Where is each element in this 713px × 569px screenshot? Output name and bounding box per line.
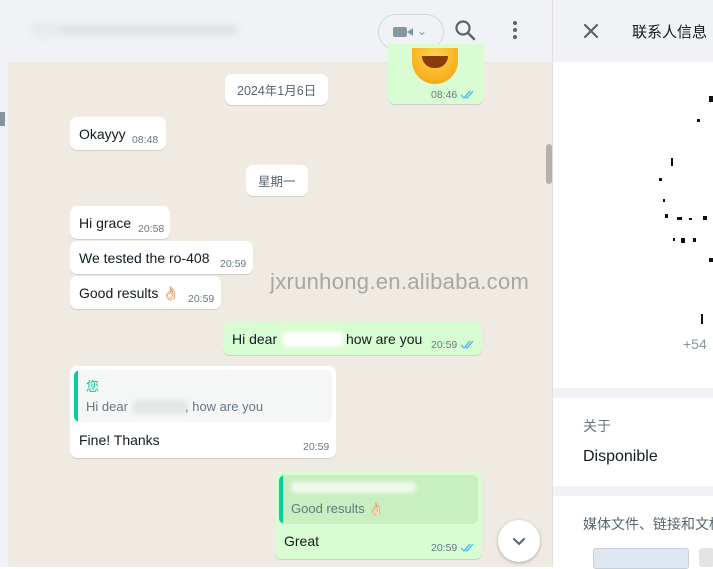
media-label[interactable]: 媒体文件、链接和文档 <box>583 514 713 534</box>
profile-card: +54 <box>553 62 713 388</box>
chevron-down-icon <box>513 538 525 545</box>
message-time: 20:59 <box>303 441 330 453</box>
message-text: We tested the ro-408 <box>79 250 210 266</box>
contact-name-redacted[interactable] <box>30 18 240 40</box>
quote-text: Hi dear <box>86 399 128 414</box>
redacted-quote-author <box>291 482 416 493</box>
message-time: 08:46 <box>431 89 458 101</box>
message-text: Okayyy <box>79 126 126 142</box>
message-text: Fine! Thanks <box>79 432 160 448</box>
redacted-name <box>133 400 187 414</box>
watermark: jxrunhong.en.alibaba.com <box>270 269 530 294</box>
quoted-message[interactable]: 您 Hi dear , how are you <box>74 370 332 422</box>
message-outgoing-reply[interactable]: Good results 👌🏻 Great 20:59 <box>275 471 482 559</box>
media-thumbnail[interactable] <box>699 548 713 567</box>
message-text: Great <box>284 533 320 549</box>
video-call-icon <box>393 27 413 37</box>
message-outgoing[interactable]: Hi dear how are you 20:59 <box>223 322 482 355</box>
quote-text: , how are you <box>185 399 264 414</box>
menu-icon[interactable] <box>503 18 527 42</box>
message-time: 20:59 <box>431 339 458 351</box>
message-incoming[interactable]: Okayyy 08:48 <box>70 117 166 150</box>
quoted-message[interactable]: Good results 👌🏻 <box>279 475 478 524</box>
message-text: how are you <box>346 331 423 347</box>
message-incoming[interactable]: We tested the ro-408 20:59 <box>70 241 253 274</box>
read-receipt-icon <box>460 543 474 553</box>
chat-area: ⌄ 08:46 2024年1月6日 Okayyy 08:48 星期一 Hi gr… <box>0 0 552 567</box>
read-receipt-icon <box>460 90 474 100</box>
about-value: Disponible <box>583 448 658 465</box>
about-label: 关于 <box>583 418 611 434</box>
panel-title: 联系人信息 <box>632 24 708 41</box>
quote-author: 您 <box>86 379 100 394</box>
about-section: 关于 Disponible <box>553 398 713 486</box>
message-text: Hi dear <box>232 331 278 347</box>
redacted-name <box>283 332 343 347</box>
quote-text: Good results 👌🏻 <box>291 501 385 516</box>
chevron-down-icon: ⌄ <box>417 24 428 38</box>
left-edge-tab <box>0 112 5 126</box>
media-section[interactable]: 媒体文件、链接和文档 <box>553 496 713 569</box>
close-icon[interactable] <box>582 22 600 40</box>
message-time: 20:59 <box>188 293 215 305</box>
search-icon[interactable] <box>453 18 477 42</box>
message-text: Hi grace <box>79 215 132 231</box>
quote-accent-bar <box>74 370 78 422</box>
message-incoming-reply[interactable]: 您 Hi dear , how are you Fine! Thanks 20:… <box>70 366 336 458</box>
left-edge-strip <box>0 0 8 567</box>
contact-info-panel: 联系人信息 +54 关于 Disponible 媒体文件、链接和文档 <box>552 0 713 569</box>
contact-phone: +54 <box>683 336 707 352</box>
message-time: 20:59 <box>431 542 458 554</box>
message-incoming[interactable]: Hi grace 20:58 <box>70 206 170 239</box>
read-receipt-icon <box>460 340 474 350</box>
message-time: 08:48 <box>132 134 159 146</box>
date-separator: 星期一 <box>246 165 308 196</box>
scroll-to-bottom-button[interactable] <box>498 520 540 562</box>
media-thumbnail[interactable] <box>593 548 689 569</box>
message-text: Good results 👌🏻 <box>79 285 180 301</box>
date-separator: 2024年1月6日 <box>225 74 329 105</box>
message-time: 20:58 <box>138 223 165 235</box>
quote-accent-bar <box>279 475 283 524</box>
message-incoming[interactable]: Good results 👌🏻 20:59 <box>70 276 221 309</box>
message-time: 20:59 <box>220 258 247 270</box>
panel-header: 联系人信息 <box>553 0 713 62</box>
